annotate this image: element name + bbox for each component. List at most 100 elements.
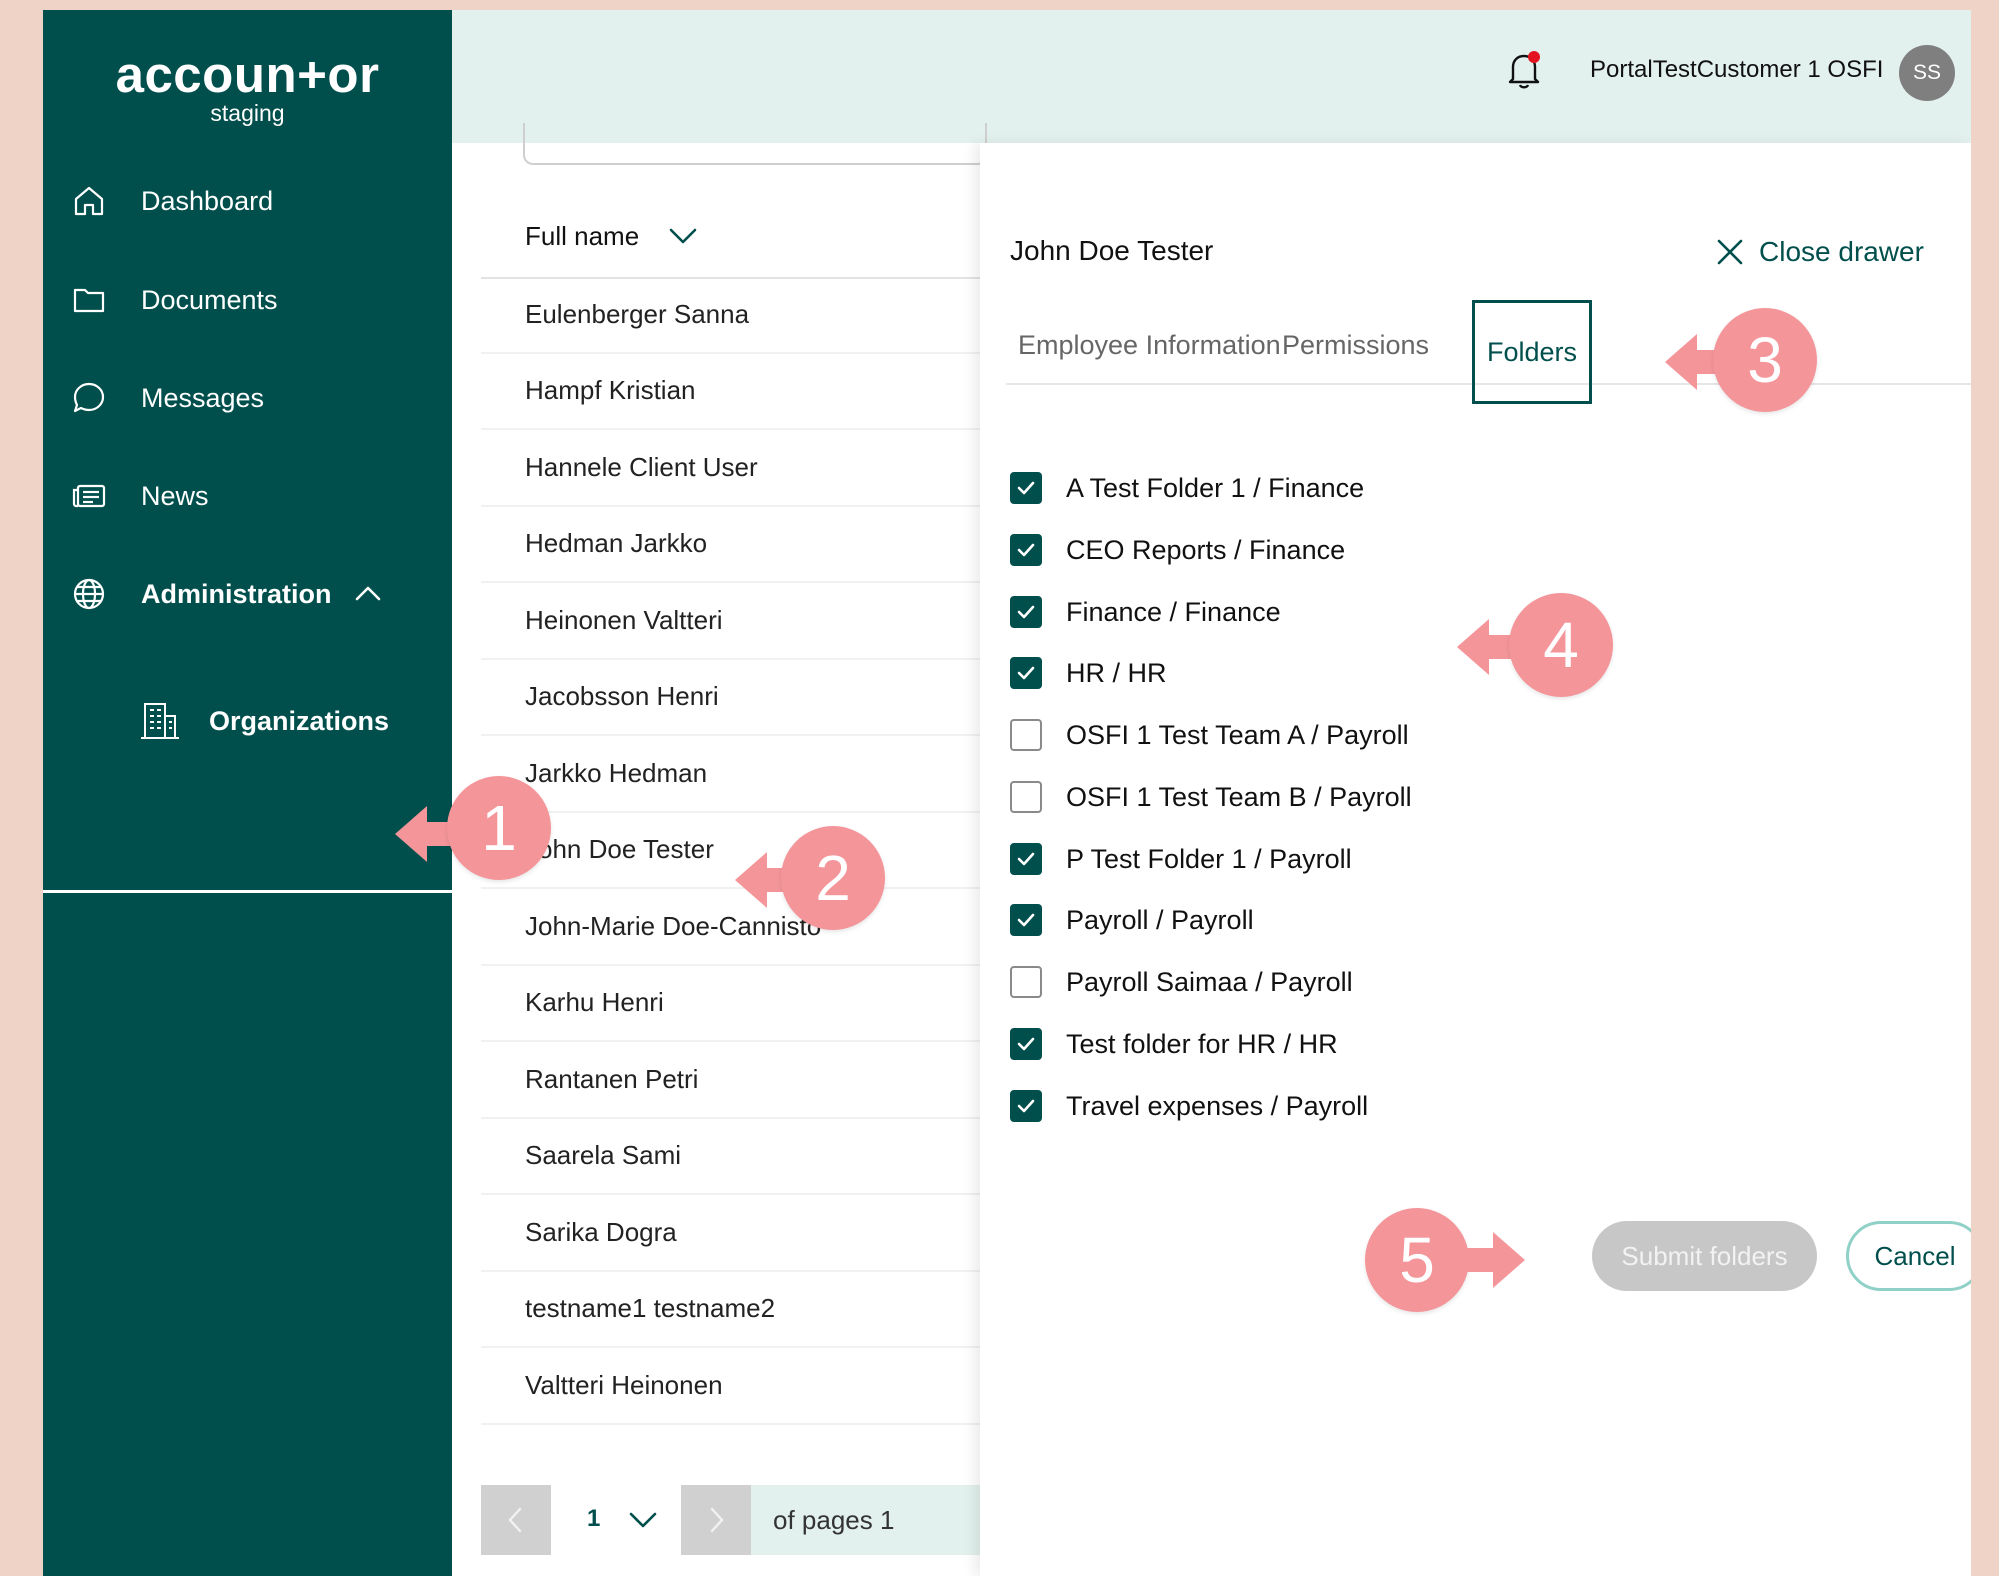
sidebar-item-dashboard[interactable]: Dashboard [43, 171, 452, 231]
employee-name: Hannele Client User [525, 451, 758, 482]
sidebar-item-label: Administration [141, 578, 332, 609]
current-page: 1 [587, 1505, 601, 1532]
folder-checkbox[interactable] [1010, 657, 1042, 689]
page-select[interactable]: 1 [551, 1485, 681, 1555]
chevron-right-icon [710, 1507, 724, 1533]
folder-checkbox[interactable] [1010, 534, 1042, 566]
callout-number: 1 [447, 776, 551, 880]
search-input[interactable] [523, 123, 987, 165]
checkmark-icon [1017, 605, 1035, 619]
table-row[interactable]: Heinonen Valtteri [481, 583, 981, 660]
folder-checkbox[interactable] [1010, 719, 1042, 751]
sidebar-item-label: Documents [141, 284, 278, 315]
table-row[interactable]: Hannele Client User [481, 430, 981, 507]
folder-item[interactable]: P Test Folder 1 / Payroll [1010, 839, 1352, 879]
checkmark-icon [1017, 543, 1035, 557]
sidebar: accoun+or staging Dashboard Documents Me… [43, 10, 452, 1576]
table-row-selected[interactable]: John Doe Tester [481, 813, 981, 889]
table-row[interactable]: Jacobsson Henri [481, 660, 981, 736]
bell-icon[interactable] [1502, 48, 1546, 92]
employee-name: Rantanen Petri [525, 1063, 699, 1094]
employee-rows: Eulenberger Sanna Hampf Kristian Hannele… [481, 277, 981, 1425]
folder-item[interactable]: A Test Folder 1 / Finance [1010, 468, 1364, 508]
chevron-up-icon[interactable] [351, 577, 385, 611]
folder-icon [73, 288, 105, 313]
table-row[interactable]: Valtteri Heinonen [481, 1348, 981, 1425]
building-icon [141, 703, 179, 739]
employee-name: Jarkko Hedman [525, 757, 708, 788]
user-name[interactable]: PortalTestCustomer 1 OSFI [1590, 56, 1883, 84]
checkmark-icon [1017, 1037, 1035, 1051]
table-row[interactable]: John-Marie Doe-Cannisto [481, 889, 981, 966]
folder-checkbox[interactable] [1010, 781, 1042, 813]
tab-folders[interactable]: Folders [1472, 300, 1592, 404]
folder-checkbox[interactable] [1010, 904, 1042, 936]
sidebar-item-organizations[interactable]: Organizations [43, 691, 452, 751]
table-row[interactable]: Jarkko Hedman [481, 736, 981, 813]
chat-icon [73, 382, 105, 413]
sidebar-item-documents[interactable]: Documents [43, 270, 452, 330]
brand-name: accoun+or [115, 46, 380, 103]
folder-label: HR / HR [1066, 657, 1167, 688]
cancel-button[interactable]: Cancel [1846, 1221, 1971, 1291]
employee-name: testname1 testname2 [525, 1293, 776, 1324]
table-row[interactable]: Hedman Jarkko [481, 507, 981, 583]
employee-name: Sarika Dogra [525, 1216, 677, 1247]
folder-checkbox[interactable] [1010, 1028, 1042, 1060]
tab-permissions[interactable]: Permissions [1282, 308, 1429, 383]
checkmark-icon [1017, 481, 1035, 495]
chevron-down-icon[interactable] [667, 223, 699, 249]
folder-label: CEO Reports / Finance [1066, 534, 1346, 565]
drawer-tabs: Employee Information Permissions Folders [1006, 300, 1971, 404]
submit-folders-button[interactable]: Submit folders [1592, 1221, 1817, 1291]
table-row[interactable]: testname1 testname2 [481, 1272, 981, 1348]
folder-item[interactable]: Finance / Finance [1010, 592, 1281, 632]
folder-label: Payroll / Payroll [1066, 904, 1254, 935]
folder-item[interactable]: OSFI 1 Test Team A / Payroll [1010, 715, 1409, 755]
employee-name: John-Marie Doe-Cannisto [525, 910, 822, 941]
folder-checkbox[interactable] [1010, 1090, 1042, 1122]
table-row[interactable]: Karhu Henri [481, 966, 981, 1042]
table-row[interactable]: Rantanen Petri [481, 1042, 981, 1119]
next-page-button[interactable] [681, 1485, 751, 1555]
folder-item[interactable]: Travel expenses / Payroll [1010, 1086, 1368, 1126]
employee-name: John Doe Tester [525, 834, 714, 865]
employee-name: Karhu Henri [525, 987, 664, 1018]
column-header[interactable]: Full name [481, 193, 981, 279]
pagination: 1 of pages 1 [481, 1485, 981, 1555]
folder-label: Payroll Saimaa / Payroll [1066, 966, 1353, 997]
employee-name: Eulenberger Sanna [525, 298, 750, 329]
home-icon [74, 186, 104, 216]
folder-label: A Test Folder 1 / Finance [1066, 472, 1365, 503]
table-row[interactable]: Saarela Sami [481, 1119, 981, 1195]
folder-item[interactable]: Test folder for HR / HR [1010, 1024, 1338, 1064]
table-row[interactable]: Sarika Dogra [481, 1195, 981, 1272]
folder-label: OSFI 1 Test Team A / Payroll [1066, 719, 1409, 750]
tab-employee-information[interactable]: Employee Information [1018, 308, 1281, 383]
sidebar-item-news[interactable]: News [43, 466, 452, 526]
employee-name: Heinonen Valtteri [525, 604, 723, 635]
avatar[interactable]: SS [1899, 45, 1955, 101]
folder-item[interactable]: HR / HR [1010, 653, 1167, 693]
folder-item[interactable]: Payroll / Payroll [1010, 900, 1254, 940]
folder-checkbox[interactable] [1010, 843, 1042, 875]
folder-item[interactable]: OSFI 1 Test Team B / Payroll [1010, 777, 1412, 817]
sidebar-item-administration[interactable]: Administration [43, 564, 452, 624]
folder-checkbox[interactable] [1010, 966, 1042, 998]
chevron-down-icon [629, 1512, 657, 1528]
sidebar-item-messages[interactable]: Messages [43, 368, 452, 428]
folder-item[interactable]: CEO Reports / Finance [1010, 530, 1345, 570]
table-row[interactable]: Eulenberger Sanna [481, 277, 981, 354]
table-row[interactable]: Hampf Kristian [481, 354, 981, 430]
sidebar-item-label: Messages [141, 382, 265, 413]
folder-checkbox[interactable] [1010, 596, 1042, 628]
folder-item[interactable]: Payroll Saimaa / Payroll [1010, 962, 1353, 1002]
checkmark-icon [1017, 913, 1035, 927]
folder-checkbox[interactable] [1010, 472, 1042, 504]
previous-page-button[interactable] [481, 1485, 551, 1555]
column-header-label: Full name [525, 221, 640, 251]
folder-label: P Test Folder 1 / Payroll [1066, 843, 1352, 874]
logo[interactable]: accoun+or staging [43, 46, 452, 127]
folder-label: Finance / Finance [1066, 596, 1281, 627]
close-drawer-button[interactable]: Close drawer [1715, 235, 1924, 269]
